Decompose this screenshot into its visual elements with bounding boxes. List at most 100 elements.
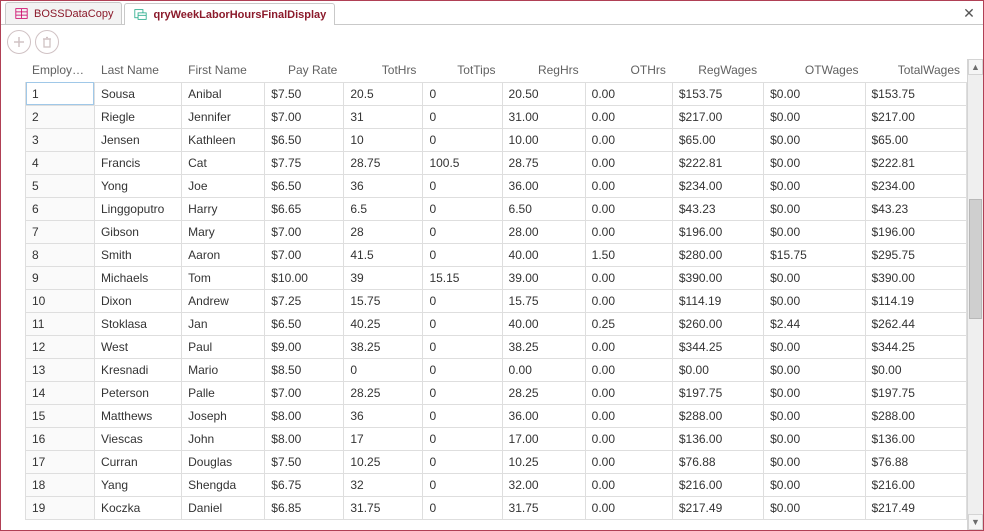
cell-last[interactable]: Kresnadi — [94, 358, 181, 381]
cell-tottips[interactable]: 0 — [423, 427, 502, 450]
cell-last[interactable]: Francis — [94, 151, 181, 174]
cell-tottips[interactable]: 0 — [423, 473, 502, 496]
table-row[interactable]: 7GibsonMary$7.0028028.000.00$196.00$0.00… — [26, 220, 967, 243]
col-employee-id[interactable]: Employee ID — [26, 59, 95, 82]
cell-id[interactable]: 12 — [26, 335, 95, 358]
cell-first[interactable]: Jan — [182, 312, 265, 335]
cell-tothrs[interactable]: 17 — [344, 427, 423, 450]
cell-last[interactable]: Peterson — [94, 381, 181, 404]
col-tottips[interactable]: TotTips — [423, 59, 502, 82]
scroll-up-button[interactable]: ▲ — [968, 59, 983, 75]
cell-rate[interactable]: $7.00 — [265, 243, 344, 266]
cell-totw[interactable]: $76.88 — [865, 450, 967, 473]
cell-first[interactable]: Joseph — [182, 404, 265, 427]
cell-othrs[interactable]: 0.00 — [585, 404, 672, 427]
cell-regw[interactable]: $0.00 — [672, 358, 763, 381]
cell-reghrs[interactable]: 6.50 — [502, 197, 585, 220]
scroll-thumb[interactable] — [969, 199, 982, 319]
tab-bossdatacopy[interactable]: BOSSDataCopy — [5, 2, 122, 24]
cell-last[interactable]: Yang — [94, 473, 181, 496]
cell-id[interactable]: 11 — [26, 312, 95, 335]
cell-othrs[interactable]: 0.00 — [585, 289, 672, 312]
cell-last[interactable]: Viescas — [94, 427, 181, 450]
cell-reghrs[interactable]: 0.00 — [502, 358, 585, 381]
cell-totw[interactable]: $216.00 — [865, 473, 967, 496]
cell-last[interactable]: Sousa — [94, 82, 181, 105]
cell-id[interactable]: 1 — [26, 82, 95, 105]
cell-regw[interactable]: $136.00 — [672, 427, 763, 450]
cell-tothrs[interactable]: 31.75 — [344, 496, 423, 519]
cell-tothrs[interactable]: 38.25 — [344, 335, 423, 358]
col-totalwages[interactable]: TotalWages — [865, 59, 967, 82]
cell-regw[interactable]: $216.00 — [672, 473, 763, 496]
table-row[interactable]: 19KoczkaDaniel$6.8531.75031.750.00$217.4… — [26, 496, 967, 519]
cell-tottips[interactable]: 0 — [423, 105, 502, 128]
cell-rate[interactable]: $8.50 — [265, 358, 344, 381]
cell-reghrs[interactable]: 17.00 — [502, 427, 585, 450]
table-row[interactable]: 16ViescasJohn$8.0017017.000.00$136.00$0.… — [26, 427, 967, 450]
cell-rate[interactable]: $7.50 — [265, 82, 344, 105]
cell-tothrs[interactable]: 40.25 — [344, 312, 423, 335]
close-tab-button[interactable]: ✕ — [959, 4, 979, 24]
cell-regw[interactable]: $234.00 — [672, 174, 763, 197]
cell-id[interactable]: 7 — [26, 220, 95, 243]
cell-otw[interactable]: $0.00 — [764, 427, 865, 450]
cell-reghrs[interactable]: 10.00 — [502, 128, 585, 151]
cell-reghrs[interactable]: 36.00 — [502, 404, 585, 427]
cell-reghrs[interactable]: 38.25 — [502, 335, 585, 358]
table-row[interactable]: 9MichaelsTom$10.003915.1539.000.00$390.0… — [26, 266, 967, 289]
col-reghrs[interactable]: RegHrs — [502, 59, 585, 82]
cell-first[interactable]: Mario — [182, 358, 265, 381]
cell-id[interactable]: 2 — [26, 105, 95, 128]
cell-rate[interactable]: $7.00 — [265, 381, 344, 404]
cell-tottips[interactable]: 0 — [423, 450, 502, 473]
cell-otw[interactable]: $0.00 — [764, 496, 865, 519]
cell-tothrs[interactable]: 31 — [344, 105, 423, 128]
cell-totw[interactable]: $43.23 — [865, 197, 967, 220]
cell-tothrs[interactable]: 10.25 — [344, 450, 423, 473]
cell-reghrs[interactable]: 20.50 — [502, 82, 585, 105]
cell-rate[interactable]: $7.00 — [265, 220, 344, 243]
table-row[interactable]: 1SousaAnibal$7.5020.5020.500.00$153.75$0… — [26, 82, 967, 105]
cell-first[interactable]: Cat — [182, 151, 265, 174]
cell-tothrs[interactable]: 28.25 — [344, 381, 423, 404]
cell-reghrs[interactable]: 40.00 — [502, 312, 585, 335]
cell-id[interactable]: 4 — [26, 151, 95, 174]
cell-last[interactable]: Smith — [94, 243, 181, 266]
cell-rate[interactable]: $6.50 — [265, 128, 344, 151]
cell-tottips[interactable]: 0 — [423, 496, 502, 519]
col-first-name[interactable]: First Name — [182, 59, 265, 82]
new-record-button[interactable] — [7, 30, 31, 54]
cell-first[interactable]: Kathleen — [182, 128, 265, 151]
cell-otw[interactable]: $15.75 — [764, 243, 865, 266]
cell-tothrs[interactable]: 6.5 — [344, 197, 423, 220]
cell-tothrs[interactable]: 39 — [344, 266, 423, 289]
cell-tottips[interactable]: 0 — [423, 312, 502, 335]
cell-first[interactable]: Aaron — [182, 243, 265, 266]
cell-rate[interactable]: $8.00 — [265, 404, 344, 427]
cell-id[interactable]: 6 — [26, 197, 95, 220]
cell-id[interactable]: 10 — [26, 289, 95, 312]
col-regwages[interactable]: RegWages — [672, 59, 763, 82]
cell-otw[interactable]: $0.00 — [764, 266, 865, 289]
table-row[interactable]: 4FrancisCat$7.7528.75100.528.750.00$222.… — [26, 151, 967, 174]
cell-reghrs[interactable]: 40.00 — [502, 243, 585, 266]
cell-last[interactable]: Koczka — [94, 496, 181, 519]
cell-rate[interactable]: $6.50 — [265, 174, 344, 197]
cell-tottips[interactable]: 0 — [423, 243, 502, 266]
cell-rate[interactable]: $6.50 — [265, 312, 344, 335]
cell-tottips[interactable]: 0 — [423, 197, 502, 220]
cell-othrs[interactable]: 0.00 — [585, 266, 672, 289]
cell-first[interactable]: Daniel — [182, 496, 265, 519]
cell-regw[interactable]: $390.00 — [672, 266, 763, 289]
cell-othrs[interactable]: 0.00 — [585, 197, 672, 220]
cell-first[interactable]: Harry — [182, 197, 265, 220]
cell-otw[interactable]: $0.00 — [764, 174, 865, 197]
cell-othrs[interactable]: 0.00 — [585, 473, 672, 496]
cell-regw[interactable]: $217.49 — [672, 496, 763, 519]
cell-first[interactable]: Mary — [182, 220, 265, 243]
table-row[interactable]: 15MatthewsJoseph$8.0036036.000.00$288.00… — [26, 404, 967, 427]
cell-rate[interactable]: $7.00 — [265, 105, 344, 128]
table-row[interactable]: 12WestPaul$9.0038.25038.250.00$344.25$0.… — [26, 335, 967, 358]
cell-tothrs[interactable]: 36 — [344, 404, 423, 427]
